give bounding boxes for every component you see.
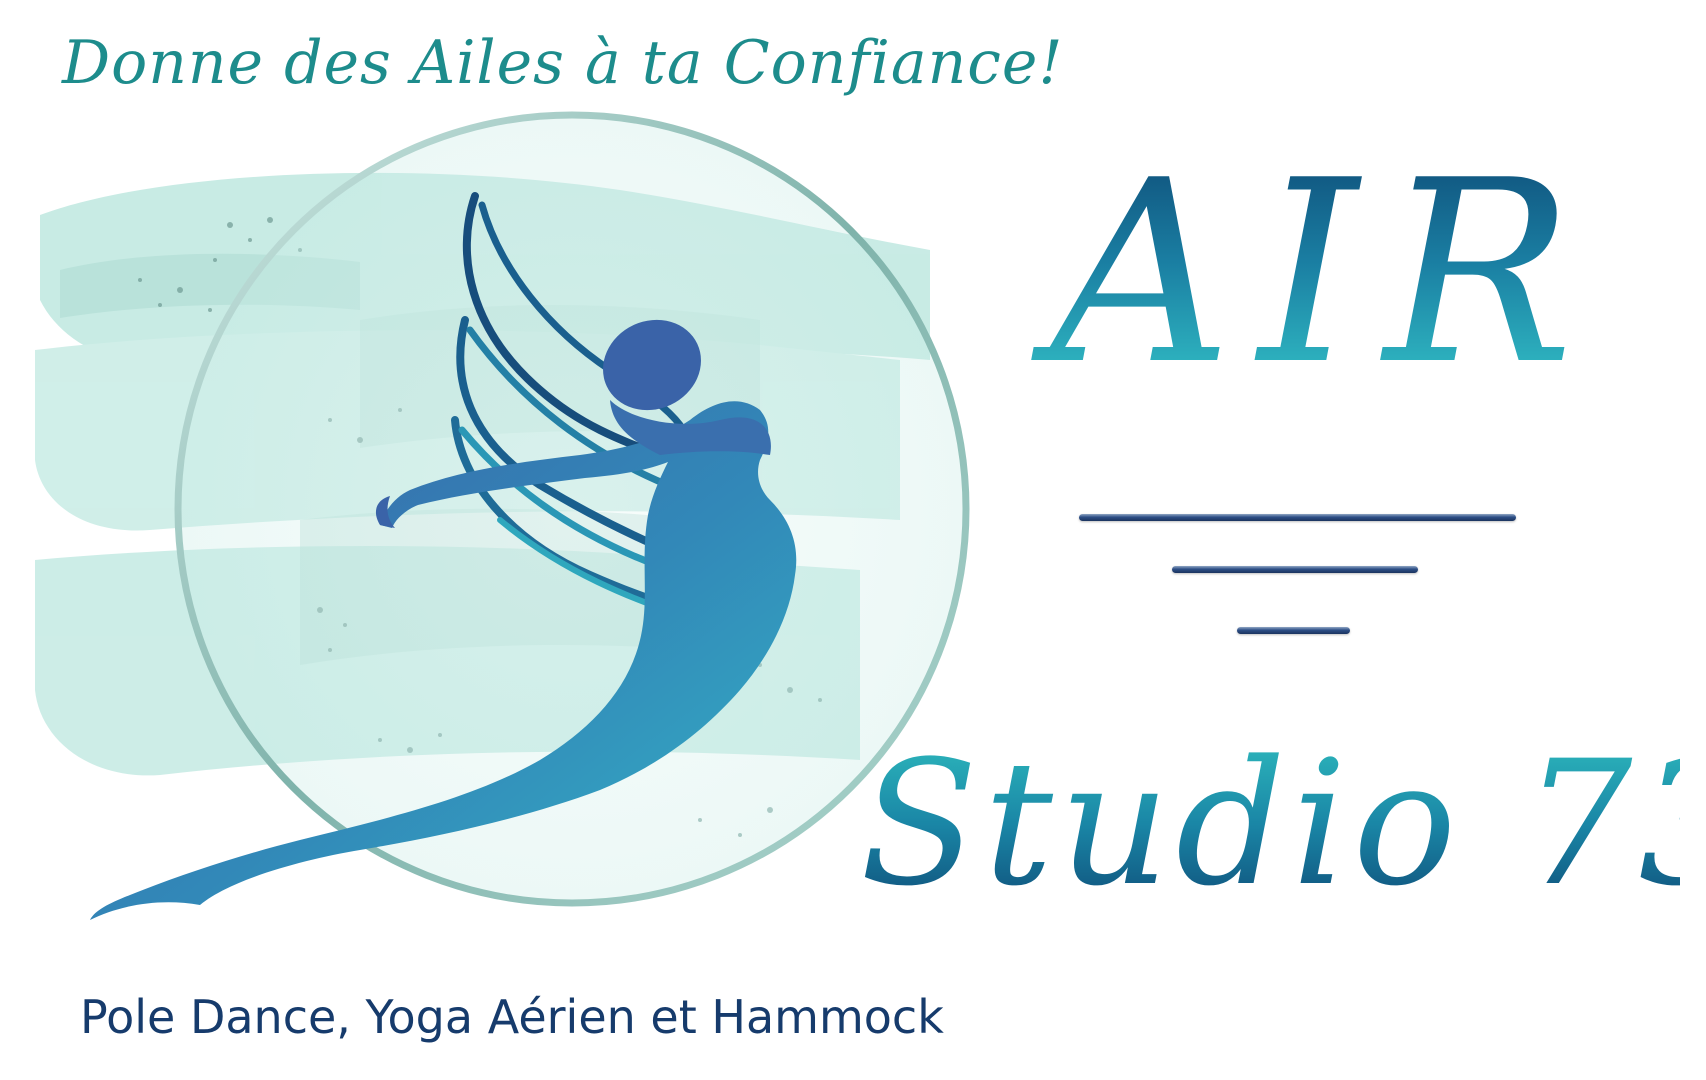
divider-line-1 (1079, 514, 1516, 521)
tagline: Donne des Ailes à ta Confiance! (62, 28, 1064, 98)
divider-line-3 (1237, 627, 1350, 634)
logo: Donne des Ailes à ta Confiance! AIR Stud… (0, 0, 1706, 1080)
brand-title-air: AIR (985, 148, 1665, 400)
brand-title-studio: Studio 73 (860, 723, 1706, 924)
subtitle: Pole Dance, Yoga Aérien et Hammock (80, 990, 944, 1044)
divider-line-2 (1172, 566, 1418, 573)
